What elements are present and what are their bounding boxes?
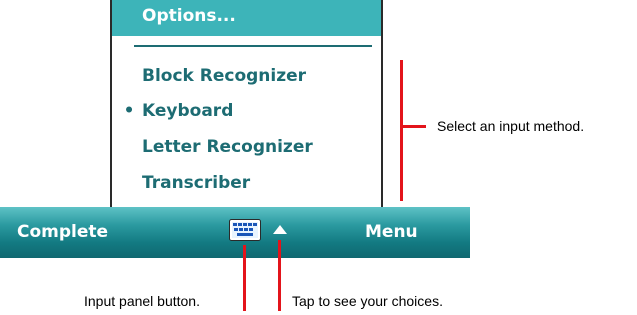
choices-callout-line: [278, 240, 281, 311]
keyboard-icon[interactable]: [229, 219, 261, 241]
menu-softkey[interactable]: Menu: [365, 222, 418, 242]
options-menu-item[interactable]: Options...: [112, 0, 381, 36]
menu-item-label: Transcriber: [142, 173, 251, 193]
options-label: Options...: [142, 6, 236, 26]
menu-item-letter-recognizer[interactable]: Letter Recognizer: [142, 137, 313, 157]
menu-item-block-recognizer[interactable]: Block Recognizer: [142, 66, 306, 86]
menu-item-label: Block Recognizer: [142, 66, 307, 86]
callout-bracket-vertical: [400, 60, 403, 201]
input-panel-callout: Input panel button.: [84, 293, 200, 309]
input-panel-callout-line: [243, 245, 246, 311]
select-method-callout: Select an input method.: [437, 118, 585, 134]
complete-softkey[interactable]: Complete: [17, 222, 108, 242]
selected-bullet-icon: •: [123, 101, 135, 121]
callout-bracket-tick: [400, 125, 426, 128]
menu-item-transcriber[interactable]: Transcriber: [142, 173, 250, 193]
menu-item-keyboard[interactable]: • Keyboard: [124, 101, 234, 121]
input-options-menu: Options... Block Recognizer • Keyboard L…: [110, 0, 383, 207]
menu-item-label: Keyboard: [142, 101, 234, 121]
menu-separator: [134, 45, 372, 47]
tap-choices-callout: Tap to see your choices.: [292, 293, 443, 309]
menu-item-label: Letter Recognizer: [142, 137, 313, 157]
up-arrow-icon[interactable]: [273, 225, 287, 234]
